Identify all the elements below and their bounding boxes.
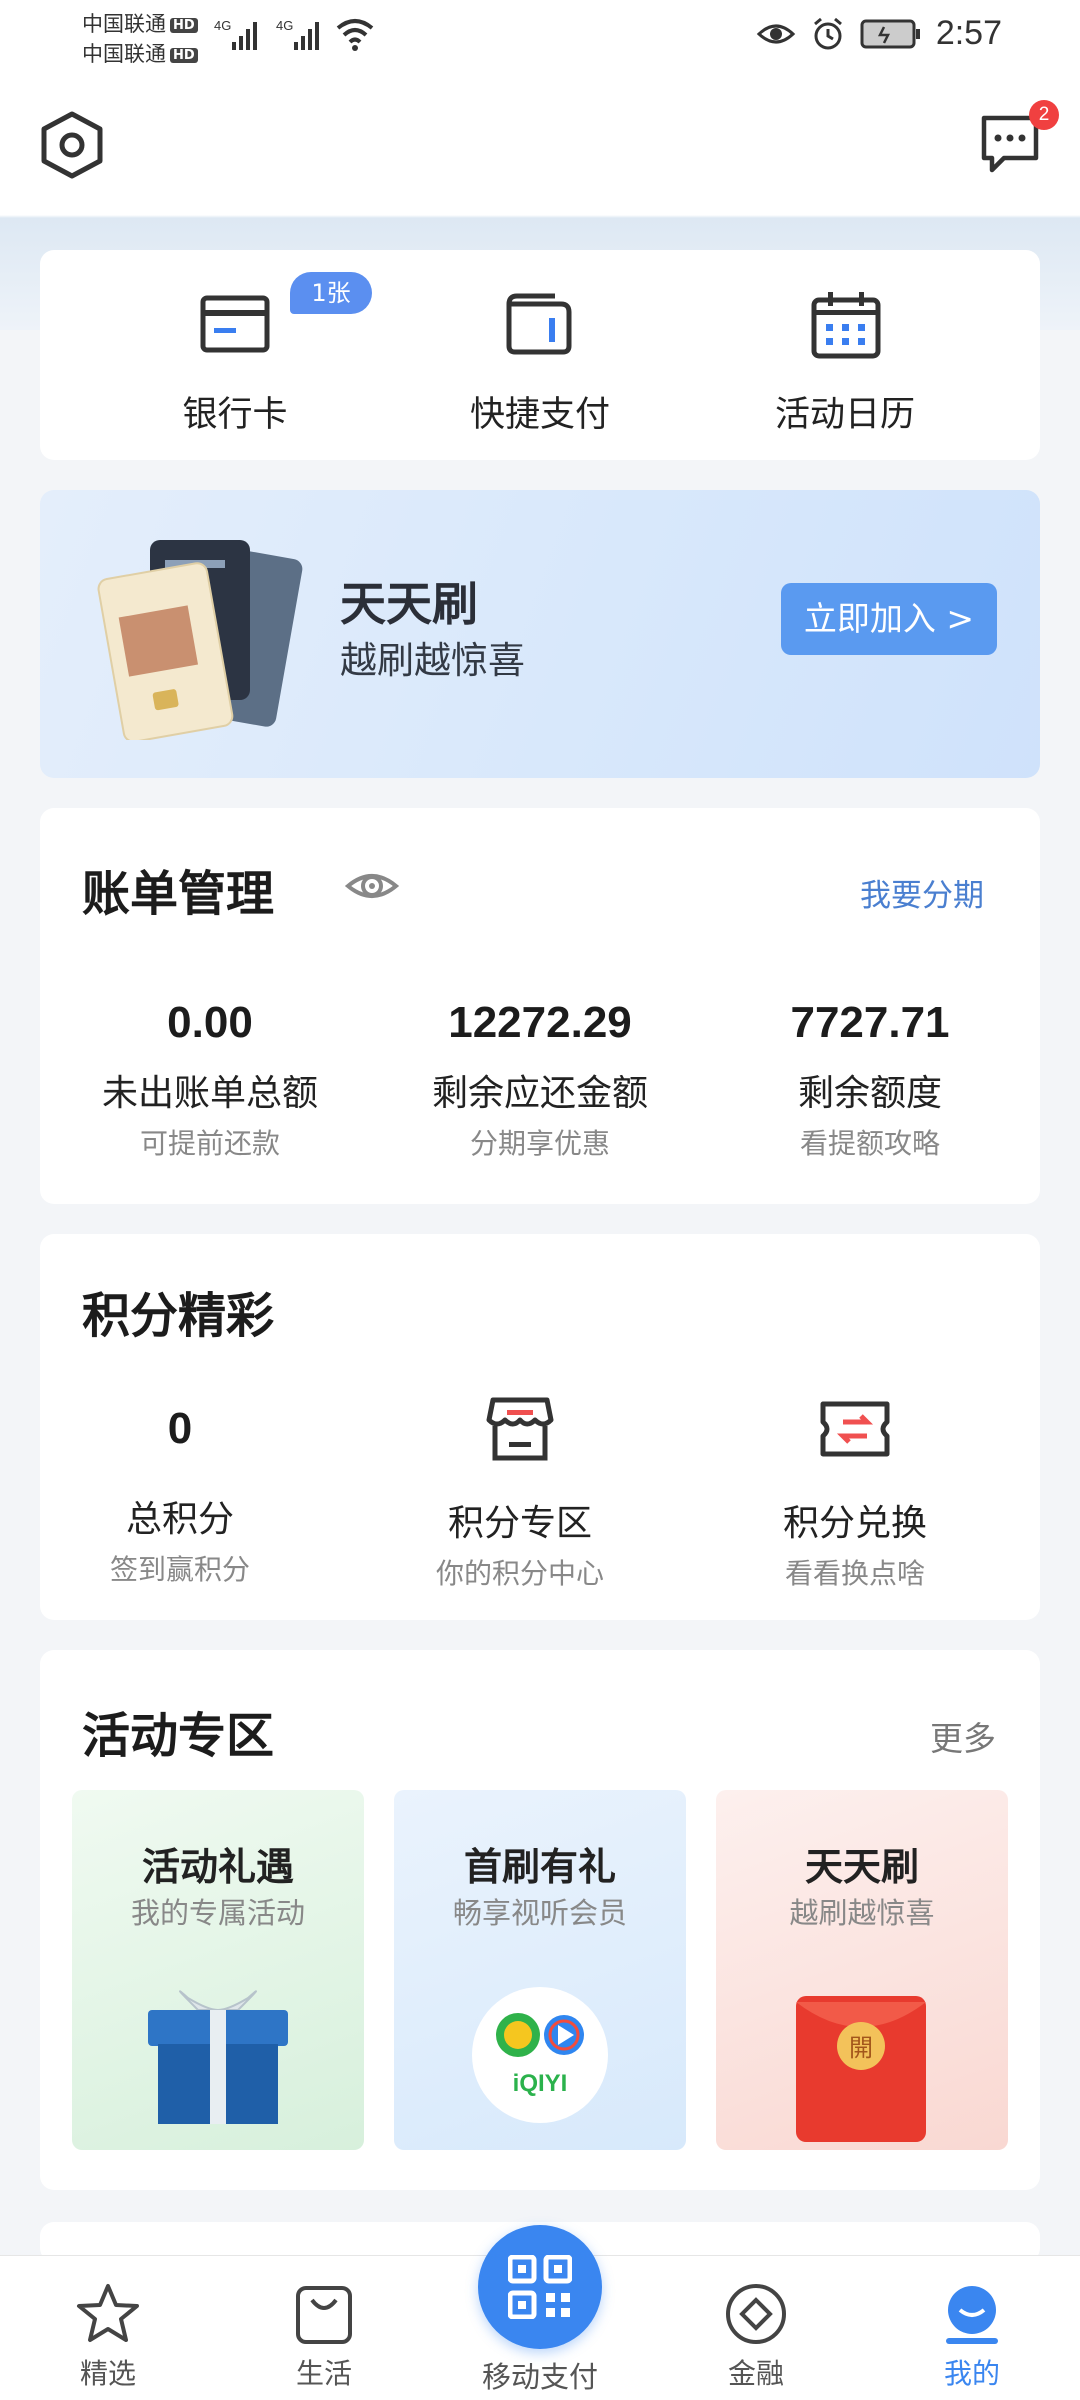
points-total[interactable]: 0 总积分 签到赢积分 [30,1404,330,1588]
activities-card: 活动专区 更多 活动礼遇 我的专属活动 首刷有礼 畅享视听会员 iQIYI 天天… [40,1650,1040,2190]
gift-box-icon [148,1990,288,2124]
qr-pay-button[interactable] [478,2225,602,2349]
status-bar: 中国联通 HD 中国联通 HD 4G 4G 2:57 [0,0,1080,72]
ticket-icon [820,1401,890,1457]
eye-icon [756,24,796,43]
quick-action-bank-card[interactable]: 1张 银行卡 [95,250,375,460]
wifi-icon [336,19,374,51]
red-envelope-icon: 開 [796,1996,926,2142]
nav-life[interactable]: 生活 [244,2256,404,2400]
bill-remaining-due[interactable]: 12272.29 剩余应还金额 分期享优惠 [380,998,700,1162]
installment-link[interactable]: 我要分期 [860,870,984,915]
activity-card-daily-swipe[interactable]: 天天刷 越刷越惊喜 開 [716,1790,1008,2150]
banner-subtitle: 越刷越惊喜 [340,639,525,682]
svg-text:4G: 4G [214,18,231,33]
finance-icon [726,2284,786,2344]
shopping-bag-icon [296,2286,352,2344]
activity-card-first-swipe[interactable]: 首刷有礼 畅享视听会员 iQIYI [394,1790,686,2150]
svg-text:4G: 4G [276,18,293,33]
alarm-icon [813,17,842,49]
promo-banner[interactable]: 天天刷 越刷越惊喜 立即加入 > [40,490,1040,778]
signal-icon: 4G [214,18,257,50]
bank-card-icon [200,295,270,353]
activities-section-title: 活动专区 [82,1708,275,1764]
credit-cards-illustration [97,540,303,740]
carrier-1: 中国联通 HD [82,8,198,38]
bill-management-card: 账单管理 我要分期 0.00 未出账单总额 可提前还款 12272.29 剩余应… [40,808,1040,1204]
points-zone[interactable]: 积分专区 你的积分中心 [370,1394,670,1592]
activity-card-gifts[interactable]: 活动礼遇 我的专属活动 [72,1790,364,2150]
star-icon [77,2284,139,2342]
quick-action-quick-pay[interactable]: 快捷支付 [400,250,680,460]
join-now-button[interactable]: 立即加入 > [781,583,997,655]
eye-toggle-icon[interactable] [345,864,399,908]
svg-text:iQIYI: iQIYI [513,2070,568,2097]
profile-icon [946,2286,998,2344]
wallet-icon [506,293,572,355]
message-badge: 2 [1029,100,1059,130]
calendar-icon [811,292,881,359]
signal-icon-2: 4G [276,18,319,50]
carrier-2: 中国联通 HD [82,38,198,68]
bank-card-count-badge: 1张 [290,272,372,314]
nav-mine[interactable]: 我的 [892,2256,1052,2400]
banner-title: 天天刷 [340,577,478,631]
bill-unposted-total[interactable]: 0.00 未出账单总额 可提前还款 [50,998,370,1162]
bill-section-title: 账单管理 [82,866,275,922]
points-exchange[interactable]: 积分兑换 看看换点啥 [705,1394,1005,1592]
quick-action-label: 银行卡 [182,395,288,435]
points-card: 积分精彩 0 总积分 签到赢积分 积分专区 你的积分中心 积分兑换 看看换点啥 [40,1234,1040,1620]
store-icon [486,1397,554,1461]
quick-actions-card: 1张 银行卡 快捷支付 活动日历 [40,250,1040,460]
quick-action-calendar[interactable]: 活动日历 [705,250,985,460]
points-section-title: 积分精彩 [82,1288,275,1344]
more-link[interactable]: 更多 [930,1712,996,1760]
quick-action-label: 活动日历 [774,395,915,435]
bill-remaining-credit[interactable]: 7727.71 剩余额度 看提额攻略 [710,998,1030,1162]
nav-finance[interactable]: 金融 [676,2256,836,2400]
nav-featured[interactable]: 精选 [28,2256,188,2400]
qr-code-icon [508,2255,572,2319]
settings-icon[interactable] [40,110,104,180]
media-apps-icon: iQIYI [472,1987,608,2123]
battery-icon [860,19,920,48]
quick-action-label: 快捷支付 [469,395,610,435]
svg-text:開: 開 [849,2034,873,2062]
clock: 2:57 [935,14,1002,52]
